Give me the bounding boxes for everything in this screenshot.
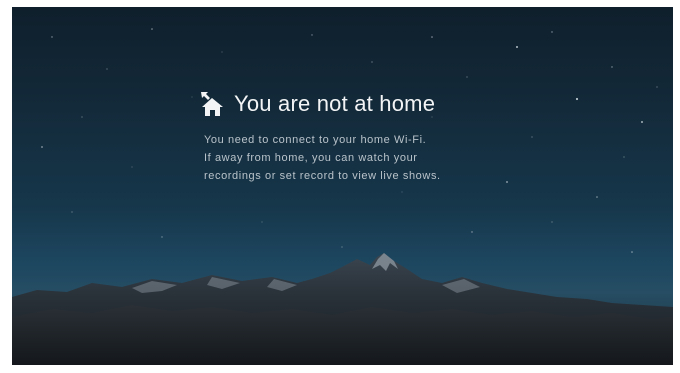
description-line: You need to connect to your home Wi-Fi.	[204, 134, 427, 146]
away-message: You are not at home You need to connect …	[198, 87, 558, 185]
page-title: You are not at home	[234, 91, 436, 116]
mountain-range-silhouette	[12, 253, 673, 365]
description: You need to connect to your home Wi-Fi. …	[204, 131, 558, 185]
description-line: recordings or set record to view live sh…	[204, 170, 441, 182]
description-line: If away from home, you can watch your	[204, 152, 418, 164]
title-row: You are not at home	[198, 87, 558, 121]
not-at-home-screen: You are not at home You need to connect …	[12, 7, 673, 365]
home-icon	[198, 89, 228, 119]
